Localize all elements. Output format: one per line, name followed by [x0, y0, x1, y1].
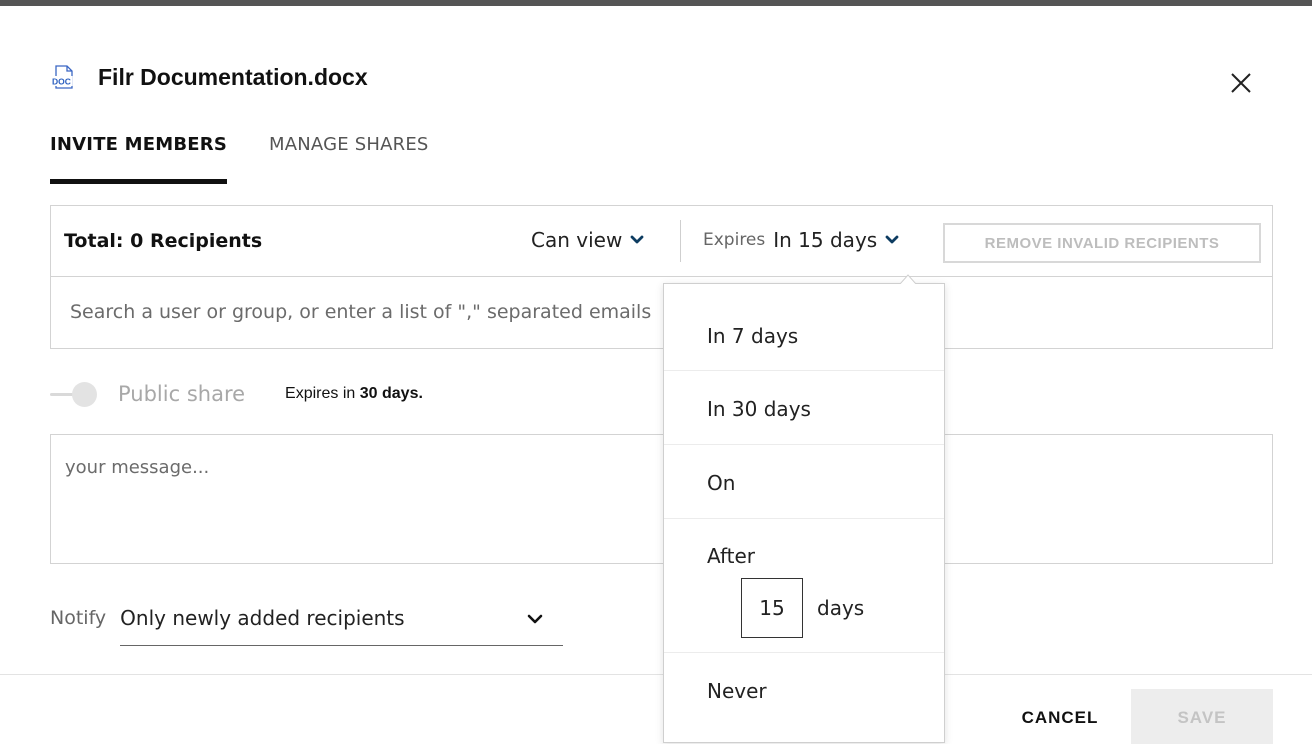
chevron-down-icon [630, 235, 644, 244]
doc-icon-text: DOC [52, 77, 71, 87]
expires-value: In 15 days [773, 228, 878, 252]
menu-divider [664, 444, 944, 445]
top-border [0, 0, 1312, 6]
expires-dropdown[interactable]: Expires In 15 days [703, 228, 899, 252]
header-divider [680, 220, 681, 262]
expires-option-on[interactable]: On [664, 471, 944, 495]
public-share-toggle[interactable] [50, 381, 98, 407]
permission-value: Can view [531, 228, 623, 252]
menu-divider [664, 652, 944, 653]
public-share-label: Public share [118, 382, 246, 406]
chevron-down-icon [527, 614, 543, 624]
permission-dropdown[interactable]: Can view [531, 228, 644, 252]
dialog-title: Filr Documentation.docx [98, 63, 368, 90]
close-button[interactable] [1228, 70, 1254, 96]
cancel-button[interactable]: CANCEL [990, 690, 1130, 744]
footer-divider [0, 674, 1312, 675]
public-share-expiry: Expires in 30 days. [285, 385, 423, 403]
notify-select[interactable]: Only newly added recipients [120, 602, 564, 646]
recipients-panel: Total: 0 Recipients Can view Expires In … [50, 205, 1273, 349]
after-days-unit: days [817, 596, 865, 620]
expires-options-menu: In 7 days In 30 days On After days Never [663, 283, 945, 743]
recipients-total: Total: 0 Recipients [64, 230, 263, 252]
chevron-down-icon [885, 235, 899, 244]
recipients-header: Total: 0 Recipients Can view Expires In … [51, 206, 1272, 277]
expires-label: Expires [703, 230, 766, 250]
expires-option-never[interactable]: Never [664, 679, 944, 703]
dropdown-caret-icon [900, 274, 916, 284]
save-button[interactable]: SAVE [1131, 689, 1273, 744]
remove-invalid-recipients-button[interactable]: REMOVE INVALID RECIPIENTS [943, 223, 1261, 263]
public-share-row: Public share Expires in 30 days. [50, 378, 423, 410]
expires-option-30-days[interactable]: In 30 days [664, 397, 944, 421]
expires-option-7-days[interactable]: In 7 days [664, 324, 944, 348]
recipient-search-input[interactable] [51, 277, 663, 347]
toggle-knob [72, 382, 97, 407]
doc-file-icon: DOC [50, 65, 76, 89]
notify-value: Only newly added recipients [120, 606, 405, 630]
after-days-input[interactable] [741, 578, 803, 638]
dialog-header: DOC Filr Documentation.docx [50, 62, 368, 92]
tab-manage-shares[interactable]: MANAGE SHARES [269, 134, 429, 184]
notify-row: Notify Only newly added recipients [50, 602, 564, 646]
close-icon [1231, 73, 1251, 93]
expires-option-after[interactable]: After [664, 544, 944, 568]
notify-label: Notify [50, 607, 107, 629]
tab-invite-members[interactable]: INVITE MEMBERS [50, 134, 227, 184]
menu-divider [664, 370, 944, 371]
message-textarea[interactable] [50, 434, 1273, 564]
tab-bar: INVITE MEMBERS MANAGE SHARES [50, 134, 471, 184]
menu-divider [664, 518, 944, 519]
public-expiry-prefix: Expires in [285, 385, 356, 402]
public-expiry-value: 30 days. [359, 385, 423, 402]
